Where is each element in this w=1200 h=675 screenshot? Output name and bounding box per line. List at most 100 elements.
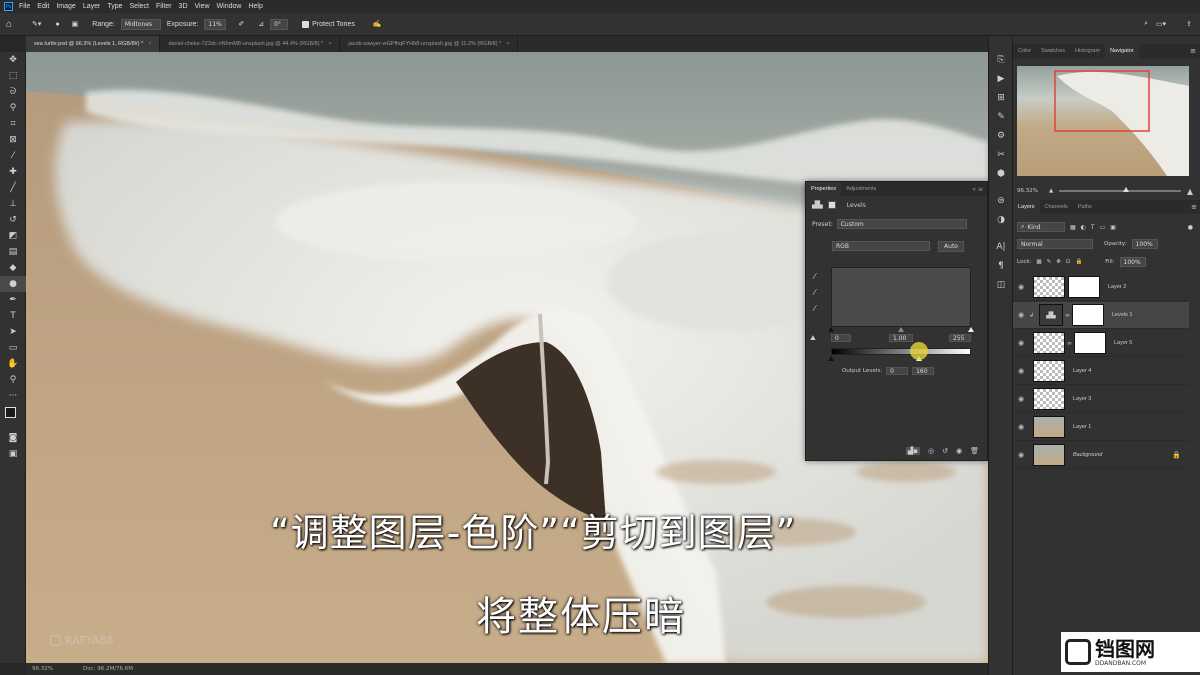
visibility-eye-icon[interactable]: ◉ xyxy=(1013,339,1029,347)
visibility-eye-icon[interactable]: ◉ xyxy=(1013,451,1029,459)
navigator-zoom-thumb[interactable] xyxy=(1123,187,1130,192)
clip-to-layer-icon[interactable]: ▟▪ xyxy=(905,447,921,455)
layer-row-layer-1[interactable]: ◉ Layer 1 xyxy=(1013,414,1189,441)
channel-select[interactable]: RGB xyxy=(832,241,930,251)
layer-mask-thumbnail[interactable] xyxy=(1072,304,1104,326)
eyedropper-gray-icon[interactable]: ⁄ xyxy=(814,288,815,297)
delete-icon[interactable]: 🗑 xyxy=(970,447,979,455)
eraser-tool-icon[interactable]: ◩ xyxy=(0,228,26,244)
visibility-icon[interactable]: ◉ xyxy=(956,447,962,455)
angle-input[interactable]: 0° xyxy=(270,18,289,30)
layer-mask-thumbnail[interactable] xyxy=(1068,276,1100,298)
layer-row-layer-4[interactable]: ◉ Layer 4 xyxy=(1013,358,1189,385)
visibility-eye-icon[interactable]: ◉ xyxy=(1013,367,1029,375)
tab-swatches[interactable]: Swatches xyxy=(1036,44,1070,58)
layer-name[interactable]: Layer 3 xyxy=(1073,396,1091,402)
output-white-field[interactable]: 160 xyxy=(912,367,935,375)
history-panel-icon[interactable]: ⎘ xyxy=(989,50,1013,69)
brush-preset-icon[interactable]: ● xyxy=(55,21,59,28)
tab-sea-turtle[interactable]: sea turtle.psd @ 96.3% (Levels 1, RGB/8#… xyxy=(26,36,161,52)
collapse-icon[interactable]: » ≡ xyxy=(972,186,983,193)
layers-comp-panel-icon[interactable]: ◫ xyxy=(989,275,1013,294)
visibility-eye-icon[interactable]: ◉ xyxy=(1013,311,1029,319)
workspace-icon[interactable]: ▭▾ xyxy=(1156,20,1166,28)
layer-name[interactable]: Levels 1 xyxy=(1112,312,1133,318)
character-panel-icon[interactable]: A| xyxy=(989,237,1013,256)
layer-row-layer-2[interactable]: ◉ Layer 2 xyxy=(1013,274,1189,301)
menu-filter[interactable]: Filter xyxy=(156,3,172,10)
lasso-tool-icon[interactable]: ᘐ xyxy=(0,84,26,100)
input-slider[interactable] xyxy=(828,327,974,333)
lock-position-icon[interactable]: ✥ xyxy=(1056,259,1061,265)
menu-view[interactable]: View xyxy=(195,3,210,10)
burn-tool-icon[interactable]: ● xyxy=(0,276,26,292)
input-mid-field[interactable]: 1.00 xyxy=(889,334,913,342)
layer-filter-select[interactable]: ⌕ Kind xyxy=(1017,222,1065,232)
layer-row-levels-1[interactable]: ◉ ↲ ▟▙ ∞ Levels 1 xyxy=(1013,302,1189,329)
fill-input[interactable]: 100% xyxy=(1119,257,1146,267)
blend-mode-select[interactable]: Normal xyxy=(1017,239,1093,249)
tab-layers[interactable]: Layers xyxy=(1013,200,1040,214)
input-white-field[interactable]: 255 xyxy=(949,334,971,342)
filter-type-icon[interactable]: T xyxy=(1091,224,1095,231)
pressure-icon[interactable]: ✍ xyxy=(373,20,382,28)
zoom-in-icon[interactable]: ▲ xyxy=(1187,187,1193,196)
navigator-zoom-slider[interactable] xyxy=(1059,187,1181,192)
more-tools-icon[interactable]: ··· xyxy=(0,388,26,404)
menu-file[interactable]: File xyxy=(19,3,30,10)
brush-panel-icon[interactable]: ✎ xyxy=(989,107,1013,126)
actions-panel-icon[interactable]: ▶ xyxy=(989,69,1013,88)
input-black-handle[interactable] xyxy=(828,327,834,332)
styles-panel-icon[interactable]: ◑ xyxy=(989,210,1013,229)
frame-tool-icon[interactable]: ⊠ xyxy=(0,132,26,148)
tab-jacob-sawyer[interactable]: jacob-sawyer-wGPfhqFYHb8-unsplash.jpg @ … xyxy=(340,36,519,52)
burn-tool-preset-icon[interactable]: ✎▾ xyxy=(32,20,41,28)
lock-artboard-icon[interactable]: ⊡ xyxy=(1066,259,1071,265)
quick-mask-icon[interactable]: ◙ xyxy=(0,430,26,446)
auto-button[interactable]: Auto xyxy=(938,240,964,252)
brush-settings-icon[interactable]: ▣ xyxy=(72,20,79,28)
visibility-eye-icon[interactable]: ◉ xyxy=(1013,395,1029,403)
layer-name[interactable]: Layer 2 xyxy=(1108,284,1126,290)
paragraph-panel-icon[interactable]: ¶ xyxy=(989,256,1013,275)
visibility-eye-icon[interactable]: ◉ xyxy=(1013,283,1029,291)
hand-tool-icon[interactable]: ✋ xyxy=(0,356,26,372)
filter-smart-object-icon[interactable]: ▣ xyxy=(1110,224,1116,231)
layer-name[interactable]: Background xyxy=(1073,452,1102,458)
visibility-eye-icon[interactable]: ◉ xyxy=(1013,423,1029,431)
view-previous-icon[interactable]: ◎ xyxy=(928,447,934,455)
tab-color[interactable]: Color xyxy=(1013,44,1036,58)
marquee-tool-icon[interactable]: ⬚ xyxy=(0,68,26,84)
range-select[interactable]: Midtones xyxy=(120,18,161,30)
zoom-tool-icon[interactable]: ⚲ xyxy=(0,372,26,388)
zoom-out-icon[interactable]: ▲ xyxy=(1049,188,1053,194)
tool-presets-panel-icon[interactable]: ✂ xyxy=(989,145,1013,164)
close-icon[interactable]: × xyxy=(148,41,151,47)
foreground-color-swatch[interactable] xyxy=(5,407,16,418)
eyedropper-white-icon[interactable]: ⁄ xyxy=(814,304,815,313)
navigator-preview[interactable] xyxy=(1017,66,1189,176)
share-icon[interactable]: ⇪ xyxy=(1186,20,1192,28)
input-black-field[interactable]: 0 xyxy=(831,334,851,342)
move-tool-icon[interactable]: ✥ xyxy=(0,52,26,68)
status-zoom[interactable]: 96.32% xyxy=(32,666,53,672)
3d-panel-icon[interactable]: ⬢ xyxy=(989,164,1013,183)
layer-mask-thumbnail[interactable] xyxy=(1074,332,1106,354)
output-black-handle[interactable] xyxy=(828,356,834,361)
panel-menu-icon[interactable]: ≡ xyxy=(1190,47,1196,55)
eyedropper-tool-icon[interactable]: ⁄ xyxy=(0,148,26,164)
filter-adjustment-icon[interactable]: ◐ xyxy=(1081,224,1086,231)
output-black-field[interactable]: 0 xyxy=(886,367,909,375)
blur-tool-icon[interactable]: ◆ xyxy=(0,260,26,276)
tab-daniel-cheke[interactable]: daniel-cheke-7Z2dc-nNhmM8-unsplash.jpg @… xyxy=(160,36,341,52)
search-icon[interactable]: ⌕ xyxy=(1144,20,1148,28)
output-slider[interactable] xyxy=(828,342,971,362)
exposure-input[interactable]: 11% xyxy=(204,18,227,30)
menu-image[interactable]: Image xyxy=(56,3,75,10)
properties-panel-icon[interactable]: ⊜ xyxy=(989,191,1013,210)
airbrush-icon[interactable]: ✐ xyxy=(238,20,244,28)
tab-histogram[interactable]: Histogram xyxy=(1070,44,1105,58)
menu-window[interactable]: Window xyxy=(217,3,242,10)
layer-name[interactable]: Layer 4 xyxy=(1073,368,1091,374)
lock-image-icon[interactable]: ✎ xyxy=(1047,259,1052,265)
